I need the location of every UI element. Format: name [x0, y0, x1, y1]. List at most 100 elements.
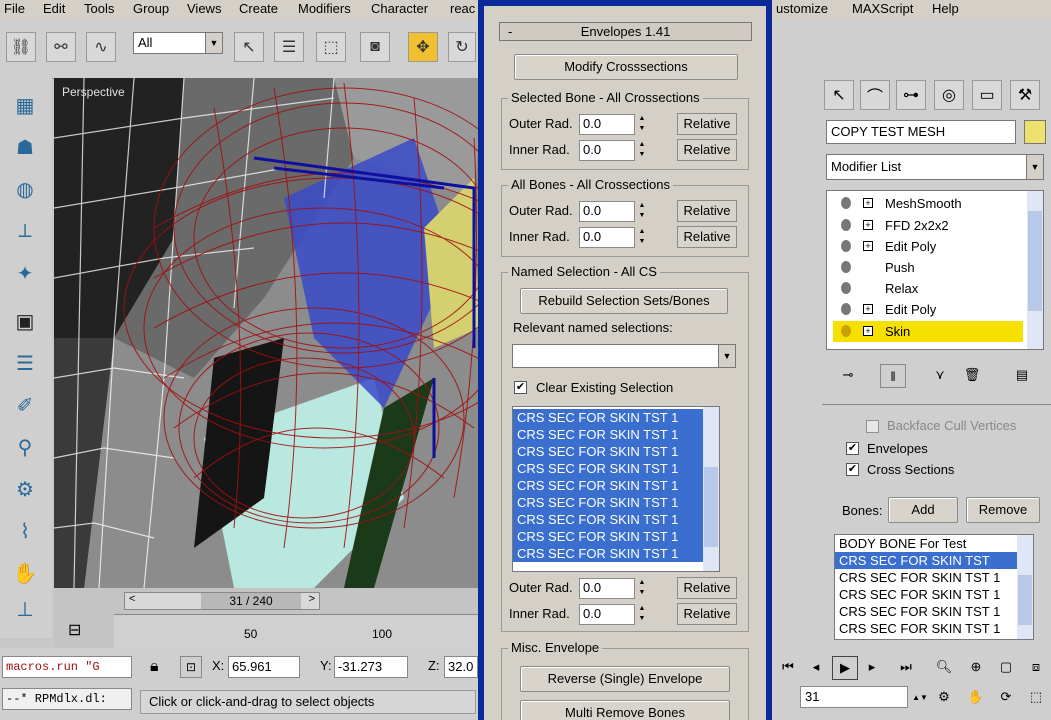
wrench-icon[interactable]: ⚲	[8, 432, 42, 462]
hand-icon[interactable]: ✋	[8, 558, 42, 588]
previous-frame-icon[interactable]: ◂	[804, 656, 828, 678]
list-item[interactable]: CRS SEC FOR SKIN TST 1	[513, 409, 703, 426]
menu-tools[interactable]: Tools	[84, 1, 114, 17]
axis-icon[interactable]: ⊥	[8, 594, 42, 624]
select-link-icon[interactable]: ⛓	[6, 32, 36, 62]
outer-relative-button[interactable]: Relative	[677, 113, 737, 135]
outer-rad-spinner[interactable]: 0.0	[579, 114, 635, 135]
list-item[interactable]: CRS SEC FOR SKIN TST 1	[513, 443, 703, 460]
window-crossing-icon[interactable]: ◙	[360, 32, 390, 62]
stack-item[interactable]: + Edit Poly	[833, 299, 1023, 320]
bone-icon[interactable]: ⟂	[8, 216, 42, 246]
z-coordinate-field[interactable]: 32.0	[444, 656, 478, 678]
relevant-selections-dropdown[interactable]: ▼	[512, 344, 736, 368]
lock-icon[interactable]: 🔒︎	[150, 658, 159, 676]
menu-character[interactable]: Character	[371, 1, 428, 17]
menu-reactor[interactable]: reac	[450, 1, 475, 17]
menu-edit[interactable]: Edit	[43, 1, 65, 17]
all-outer-rad-spinner[interactable]: 0.0	[579, 201, 635, 222]
zoom-icon[interactable]: 🔍︎	[932, 656, 956, 678]
backface-cull-checkbox[interactable]	[866, 420, 879, 433]
layers-icon[interactable]: ☰	[8, 348, 42, 378]
stack-item[interactable]: Push	[833, 257, 1023, 278]
next-frame-icon[interactable]: >	[309, 593, 315, 605]
object-color-swatch[interactable]	[1024, 120, 1046, 144]
rebuild-selection-sets-button[interactable]: Rebuild Selection Sets/Bones	[520, 288, 728, 314]
clear-existing-checkbox[interactable]: ✔	[514, 381, 527, 394]
stack-item-selected[interactable]: + Skin	[833, 321, 1023, 342]
rect-region-icon[interactable]: ⬚	[316, 32, 346, 62]
bulb-icon[interactable]	[841, 261, 851, 273]
go-to-end-icon[interactable]: ⏭	[894, 656, 918, 678]
go-to-start-icon[interactable]: ⏮	[776, 656, 800, 678]
gear-icon[interactable]: ⚙	[8, 474, 42, 504]
menu-file[interactable]: File	[4, 1, 25, 17]
x-coordinate-field[interactable]: 65.961	[228, 656, 300, 678]
modifier-stack[interactable]: + MeshSmooth + FFD 2x2x2 + Edit Poly Pus…	[826, 190, 1044, 350]
scrollbar-thumb[interactable]	[1028, 211, 1042, 311]
stack-scrollbar[interactable]	[1027, 191, 1043, 349]
curve-icon[interactable]: ⌇	[8, 516, 42, 546]
menu-help[interactable]: Help	[932, 1, 959, 17]
list-item[interactable]: CRS SEC FOR SKIN TST 1	[835, 569, 1033, 586]
brush-icon[interactable]: ✐	[8, 390, 42, 420]
modifier-list-dropdown[interactable]: Modifier List ▼	[826, 154, 1044, 180]
remove-modifier-icon[interactable]: 🗑︎	[960, 364, 984, 386]
curve-editor-icon[interactable]: ⊟	[68, 620, 81, 640]
selection-filter-dropdown[interactable]: All ▼	[133, 32, 223, 54]
sphere-icon[interactable]: ◍	[8, 174, 42, 204]
orbit-icon[interactable]: ⟳	[994, 686, 1018, 708]
all-inner-relative-button[interactable]: Relative	[677, 226, 737, 248]
list-item[interactable]: CRS SEC FOR SKIN TST 1	[513, 477, 703, 494]
menu-views[interactable]: Views	[187, 1, 221, 17]
hierarchy-tab-icon[interactable]: ⊶	[896, 80, 926, 110]
panel-icon[interactable]: ▣	[8, 306, 42, 336]
select-icon[interactable]: ↖	[234, 32, 264, 62]
named-inner-relative-button[interactable]: Relative	[677, 603, 737, 625]
move-icon[interactable]: ✥	[408, 32, 438, 62]
utilities-tab-icon[interactable]: ⚒	[1010, 80, 1040, 110]
make-unique-icon[interactable]: ⋎	[928, 364, 952, 386]
list-item[interactable]: BODY BONE For Test	[835, 535, 1033, 552]
spinner-arrows-icon[interactable]: ▲▼	[636, 227, 648, 248]
select-by-name-icon[interactable]: ☰	[274, 32, 304, 62]
list-item[interactable]: CRS SEC FOR SKIN TST 1	[513, 494, 703, 511]
bind-spacewarp-icon[interactable]: ∿	[86, 32, 116, 62]
spinner-arrows-icon[interactable]: ▲▼	[636, 114, 648, 135]
scrollbar-thumb[interactable]	[704, 467, 718, 547]
menu-create[interactable]: Create	[239, 1, 278, 17]
spinner-arrows-icon[interactable]: ▲▼	[636, 140, 648, 161]
object-name-field[interactable]: COPY TEST MESH	[826, 120, 1016, 144]
modify-tab-icon[interactable]: ⌒	[860, 80, 890, 110]
current-frame-field[interactable]: 31	[800, 686, 908, 708]
expand-icon[interactable]: +	[863, 304, 873, 314]
expand-icon[interactable]: +	[863, 326, 873, 336]
next-frame-icon[interactable]: ▸	[860, 656, 884, 678]
list-item[interactable]: CRS SEC FOR SKIN TST 1	[513, 545, 703, 562]
list-item[interactable]: CRS SEC FOR SKIN TST 1	[835, 603, 1033, 620]
bulb-icon[interactable]	[841, 219, 851, 231]
prev-frame-icon[interactable]: <	[129, 593, 135, 605]
reverse-envelope-button[interactable]: Reverse (Single) Envelope	[520, 666, 730, 692]
time-slider[interactable]: < 31 / 240 >	[124, 592, 320, 610]
modify-crosssections-button[interactable]: Modify Crosssections	[514, 54, 738, 80]
menu-customize[interactable]: ustomize	[776, 1, 828, 17]
bulb-icon[interactable]	[841, 282, 851, 294]
maxscript-listener-input[interactable]: macros.run "G	[2, 656, 132, 678]
bulb-icon[interactable]	[841, 197, 851, 209]
time-config-icon[interactable]: ⚙	[932, 686, 956, 708]
menu-maxscript[interactable]: MAXScript	[852, 1, 913, 17]
spinner-arrows-icon[interactable]: ▲▼	[908, 686, 932, 708]
crs-selection-listbox[interactable]: CRS SEC FOR SKIN TST 1 CRS SEC FOR SKIN …	[512, 406, 720, 572]
all-outer-relative-button[interactable]: Relative	[677, 200, 737, 222]
listbox-scrollbar[interactable]	[703, 407, 719, 571]
list-item[interactable]: CRS SEC FOR SKIN TST	[835, 552, 1033, 569]
maximize-viewport-icon[interactable]: ⬚	[1024, 686, 1048, 708]
named-outer-rad-spinner[interactable]: 0.0	[579, 578, 635, 599]
bulb-icon[interactable]	[841, 325, 851, 337]
absolute-mode-icon[interactable]: ⊡	[180, 656, 202, 678]
configure-sets-icon[interactable]: ▤	[1010, 364, 1034, 386]
list-item[interactable]: CRS SEC FOR SKIN TST 1	[513, 460, 703, 477]
bones-scrollbar[interactable]	[1017, 535, 1033, 639]
expand-icon[interactable]: +	[863, 220, 873, 230]
